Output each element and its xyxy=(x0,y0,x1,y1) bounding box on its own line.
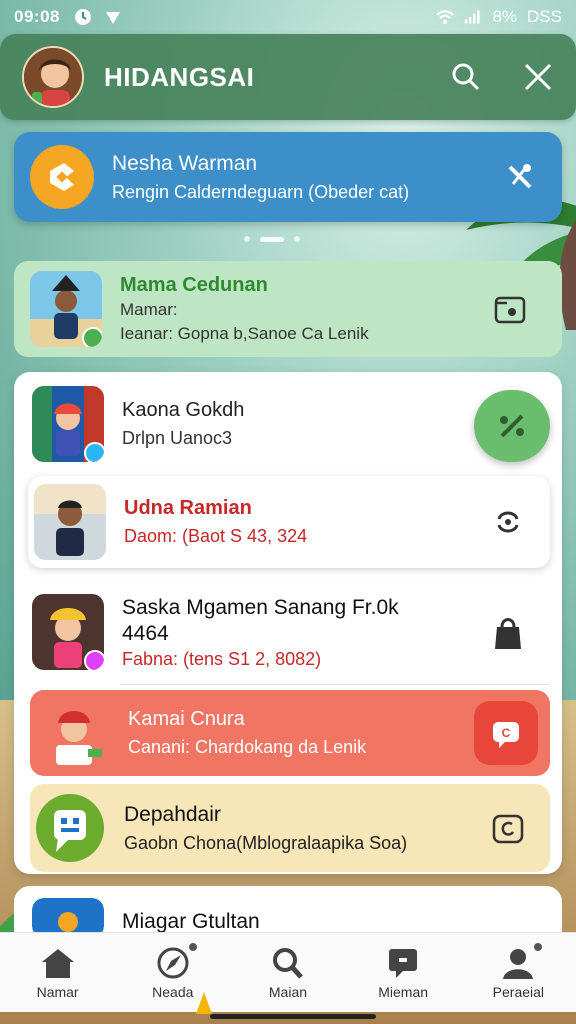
item-line-2: Ieanar: Gopna b,Sanoe Ca Lenik xyxy=(120,323,369,343)
item-thumbnail xyxy=(30,271,102,347)
compass-icon xyxy=(157,947,189,978)
item-thumbnail xyxy=(32,386,104,462)
battery-level: 8% xyxy=(492,7,518,26)
item-title: Miagar Gtultan xyxy=(122,910,260,933)
item-subtitle: Canani: Chardokang da Lenik xyxy=(128,737,367,757)
list-item[interactable]: Kaona Gokdh Drlpn Uanoc3 xyxy=(18,380,550,468)
carousel-indicator xyxy=(244,236,300,242)
percent-button[interactable] xyxy=(474,390,550,462)
item-action-button[interactable]: C xyxy=(474,701,538,765)
notification-dot xyxy=(187,941,198,952)
item-subtitle: Daom: (Baot S 43, 324 xyxy=(124,526,308,546)
nav-label: Neada xyxy=(152,983,194,1000)
carousel-dot-active[interactable] xyxy=(260,236,284,242)
app-header: HIDANGSAI xyxy=(0,34,576,120)
item-action-button[interactable] xyxy=(486,500,530,544)
item-thumbnail xyxy=(34,790,106,866)
carousel-dot[interactable] xyxy=(244,236,250,242)
bottom-navigation: Namar Neada Maian Mieman Peraeial xyxy=(0,932,576,1012)
list-item-featured[interactable]: Mama Cedunan Mamar: Ieanar: Gopna b,Sano… xyxy=(14,261,562,357)
status-bar: 09:08 8% DSS xyxy=(0,0,576,34)
list-item-highlighted[interactable]: Kamai Cnura Canani: Chardokang da Lenik … xyxy=(30,690,550,776)
nav-item-messages[interactable]: Mieman xyxy=(348,946,458,1000)
clock-icon xyxy=(74,9,91,25)
nav-indicator xyxy=(196,992,212,1014)
message-icon xyxy=(389,948,418,978)
item-title: Kamai Cnura xyxy=(128,708,245,730)
item-thumbnail xyxy=(34,484,106,560)
tools-icon xyxy=(508,164,532,189)
item-subtitle: Gaobn Chona(Mblogralaapika Soa) xyxy=(124,832,408,853)
app-title: HIDANGSAI xyxy=(104,61,255,92)
bag-icon xyxy=(495,618,521,649)
item-title-line-2: 4464 xyxy=(122,621,169,645)
nav-item-profile[interactable]: Peraeial xyxy=(463,941,573,1000)
svg-text:C: C xyxy=(502,726,511,740)
status-badge xyxy=(84,650,104,670)
status-time: 09:08 xyxy=(14,7,60,26)
list-item[interactable]: Saska Mgamen Sanang Fr.0k 4464 Fabna: (t… xyxy=(18,582,550,682)
search-icon xyxy=(272,947,303,979)
home-icon xyxy=(41,948,74,978)
item-thumbnail xyxy=(32,594,104,670)
status-carrier: DSS xyxy=(527,7,562,26)
item-title: Udna Ramian xyxy=(124,497,252,519)
nav-item-home[interactable]: Namar xyxy=(3,946,113,1000)
search-button[interactable] xyxy=(446,57,486,97)
item-title: Mama Cedunan xyxy=(120,273,268,296)
item-action-button[interactable] xyxy=(488,287,532,331)
notification-title: Nesha Warman xyxy=(112,151,258,175)
status-badge xyxy=(84,442,104,462)
item-title: Kaona Gokdh xyxy=(122,399,245,421)
nav-label: Namar xyxy=(36,983,79,1000)
carousel-dot[interactable] xyxy=(294,236,300,242)
notification-banner[interactable]: Nesha Warman Rengin Calderndeguarn (Obed… xyxy=(14,132,562,222)
close-button[interactable] xyxy=(518,57,558,97)
list-item[interactable]: Udna Ramian Daom: (Baot S 43, 324 xyxy=(28,476,550,568)
item-thumbnail xyxy=(38,695,110,771)
list-item[interactable]: Depahdair Gaobn Chona(Mblogralaapika Soa… xyxy=(30,784,550,872)
item-title: Saska Mgamen Sanang Fr.0k xyxy=(122,595,399,619)
nav-label: Peraeial xyxy=(492,983,545,1000)
nav-label: Maian xyxy=(268,983,308,1000)
nav-label: Mieman xyxy=(378,983,429,1000)
sync-icon xyxy=(497,511,519,533)
camera-icon xyxy=(492,814,524,844)
item-subtitle: Fabna: (tens S1 2, 8082) xyxy=(122,648,322,669)
item-action-button[interactable] xyxy=(486,610,530,654)
item-line-1: Mamar: xyxy=(120,299,178,319)
notification-dot xyxy=(533,941,544,952)
chat-icon: C xyxy=(493,722,519,748)
notification-subtitle: Rengin Calderndeguarn (Obeder cat) xyxy=(112,181,410,202)
close-icon xyxy=(524,63,552,91)
item-action-button[interactable] xyxy=(486,806,530,850)
location-icon xyxy=(105,12,120,24)
home-indicator[interactable] xyxy=(210,1014,376,1019)
wifi-icon xyxy=(436,10,455,24)
nav-item-search[interactable]: Maian xyxy=(233,946,343,1000)
folder-icon xyxy=(494,296,526,324)
percent-icon xyxy=(500,414,524,438)
profile-icon xyxy=(503,948,534,979)
signal-icon xyxy=(465,10,480,24)
search-icon xyxy=(452,63,480,91)
status-badge xyxy=(82,327,102,347)
divider xyxy=(120,684,550,685)
item-title: Depahdair xyxy=(124,802,221,826)
app-logo-icon xyxy=(30,145,94,209)
avatar[interactable] xyxy=(22,46,84,108)
notification-action-button[interactable] xyxy=(500,157,540,197)
item-subtitle: Drlpn Uanoc3 xyxy=(122,428,233,448)
